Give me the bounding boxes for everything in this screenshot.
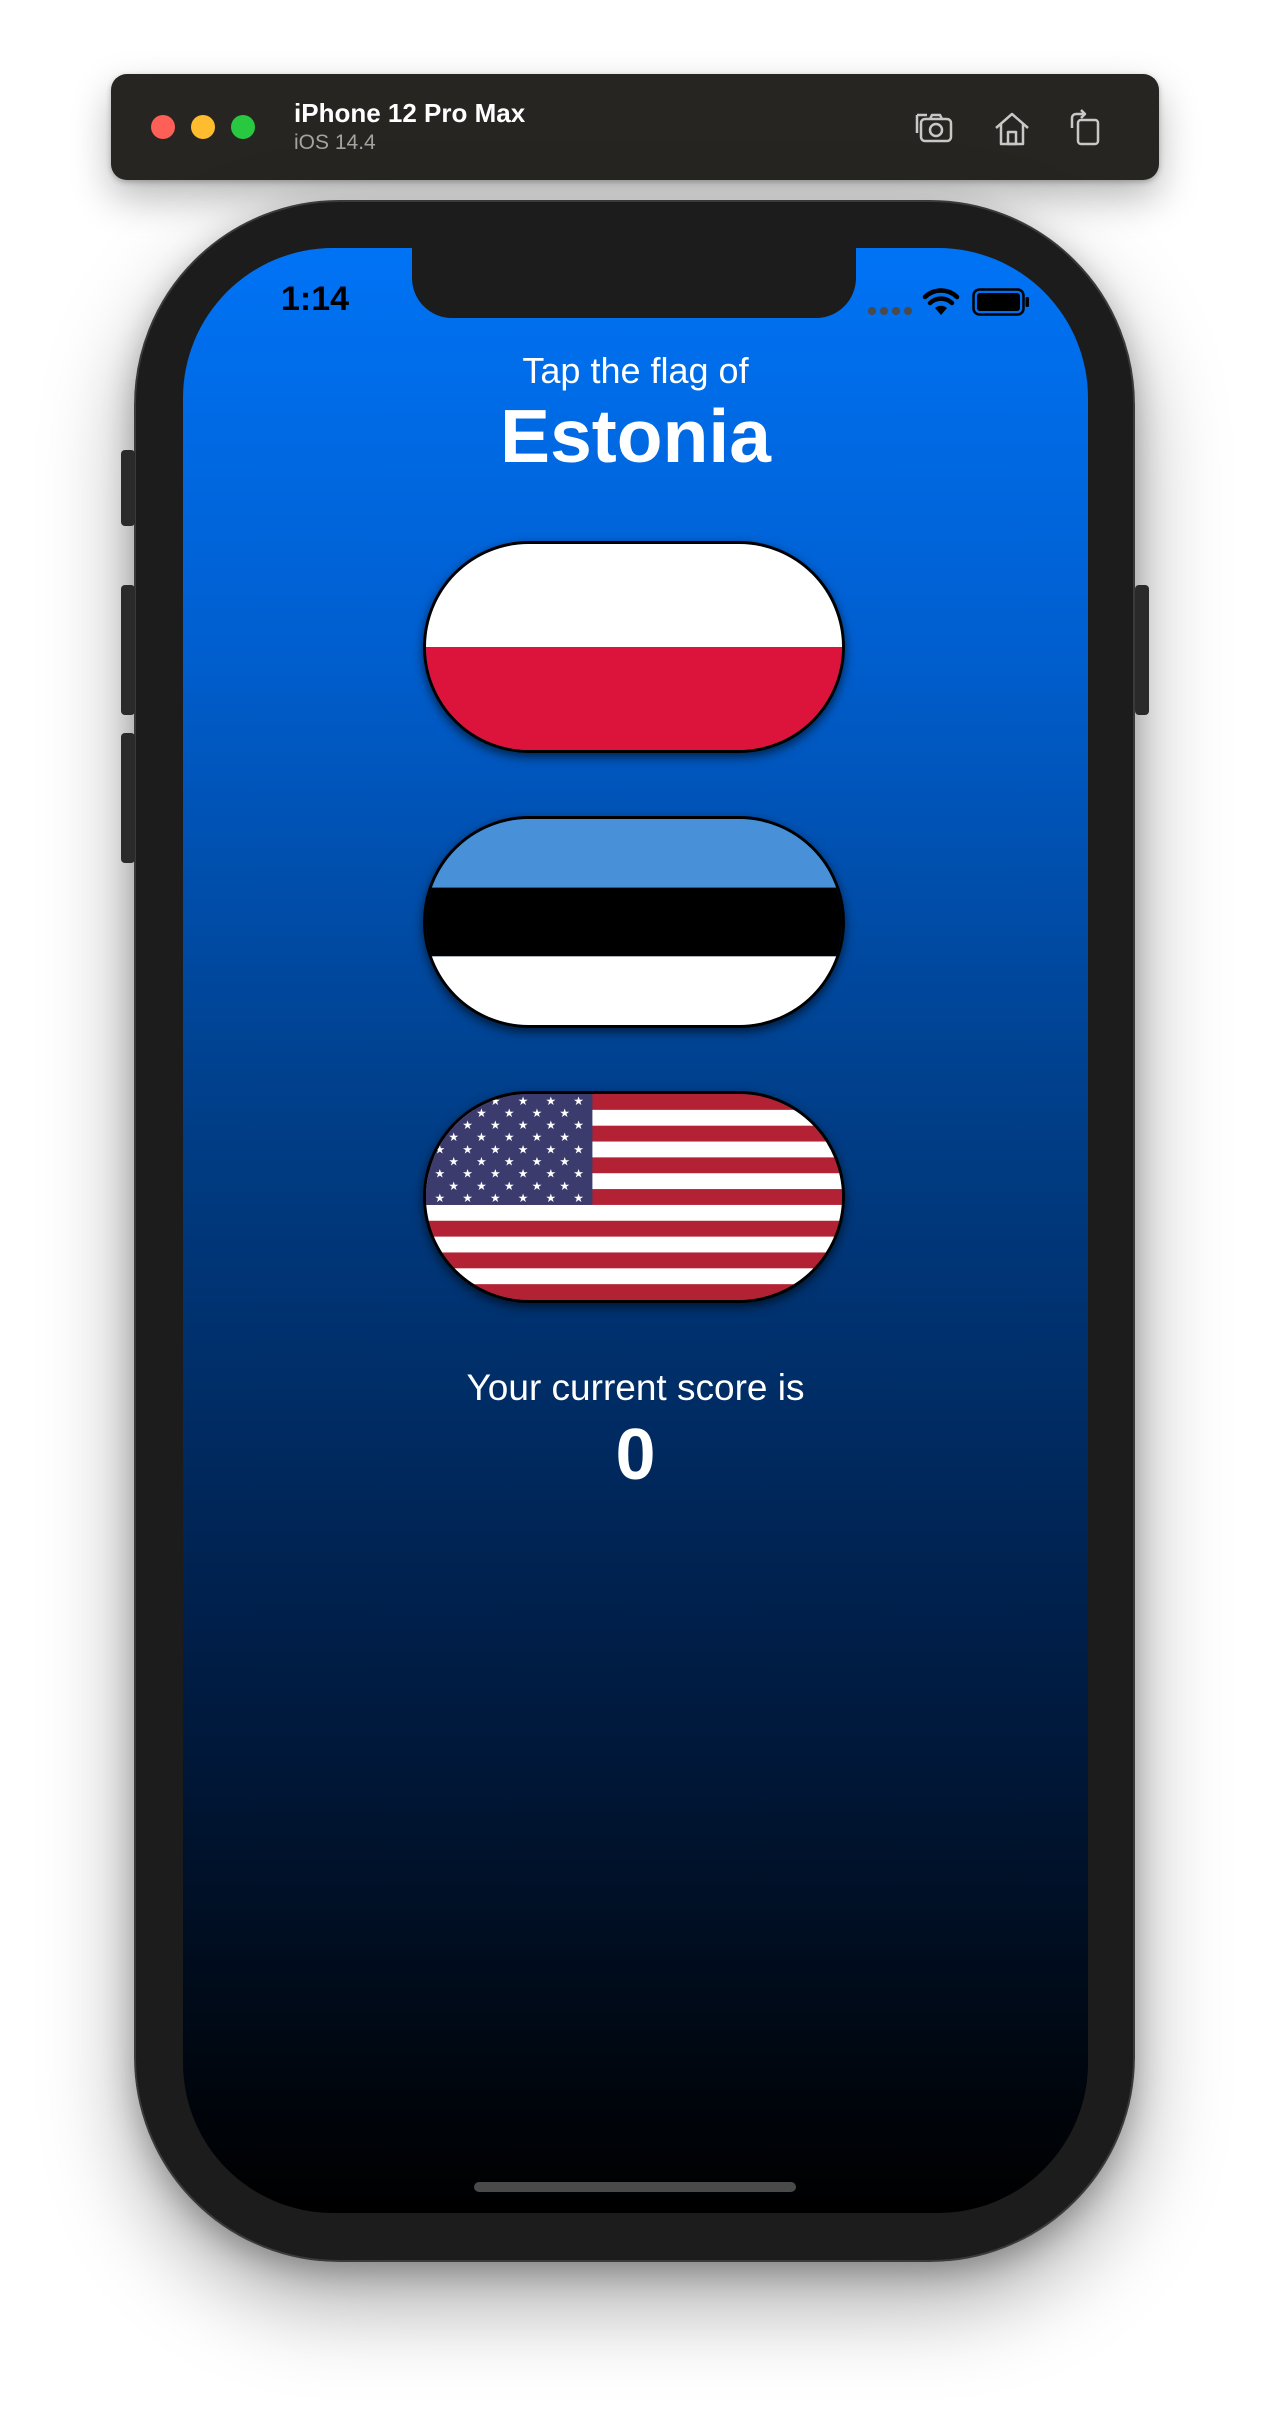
svg-text:★: ★ bbox=[504, 1179, 515, 1193]
svg-text:★: ★ bbox=[545, 1142, 556, 1156]
svg-text:★: ★ bbox=[532, 1130, 543, 1144]
flag-button-estonia[interactable] bbox=[423, 816, 845, 1028]
svg-text:★: ★ bbox=[545, 1191, 556, 1205]
svg-text:★: ★ bbox=[490, 1142, 501, 1156]
svg-text:★: ★ bbox=[518, 1094, 529, 1108]
svg-text:★: ★ bbox=[476, 1106, 487, 1120]
score-value: 0 bbox=[615, 1415, 656, 1495]
svg-text:★: ★ bbox=[435, 1142, 446, 1156]
svg-text:★: ★ bbox=[462, 1118, 473, 1132]
svg-text:★: ★ bbox=[559, 1179, 570, 1193]
svg-text:★: ★ bbox=[545, 1094, 556, 1108]
score-label: Your current score is bbox=[466, 1367, 805, 1408]
svg-text:★: ★ bbox=[448, 1179, 459, 1193]
svg-text:★: ★ bbox=[573, 1094, 584, 1108]
svg-text:★: ★ bbox=[448, 1130, 459, 1144]
notch bbox=[412, 248, 856, 318]
svg-text:★: ★ bbox=[448, 1155, 459, 1169]
home-indicator[interactable] bbox=[474, 2182, 796, 2192]
flag-button-poland[interactable] bbox=[423, 541, 845, 753]
svg-text:★: ★ bbox=[532, 1179, 543, 1193]
side-button bbox=[1135, 585, 1149, 715]
volume-up-button bbox=[121, 585, 135, 715]
svg-text:★: ★ bbox=[462, 1142, 473, 1156]
svg-text:★: ★ bbox=[559, 1130, 570, 1144]
svg-text:★: ★ bbox=[504, 1130, 515, 1144]
svg-text:★: ★ bbox=[518, 1142, 529, 1156]
screenshot-icon[interactable] bbox=[913, 106, 957, 150]
svg-text:★: ★ bbox=[435, 1167, 446, 1181]
estonia-flag-icon bbox=[426, 819, 842, 1025]
svg-text:★: ★ bbox=[573, 1142, 584, 1156]
svg-text:★: ★ bbox=[504, 1106, 515, 1120]
usa-flag-icon: ★ ★ ★ ★★ ★ ★ ★★ ★ ★ ★ ★★ ★ ★ ★ ★★ ★ ★ ★ ★ ★★ ★ ★ ★ ★★ ★ ★ ★ ★ ★★ ★ ★ ★ ★… bbox=[426, 1094, 842, 1300]
svg-text:★: ★ bbox=[476, 1130, 487, 1144]
svg-text:★: ★ bbox=[518, 1118, 529, 1132]
svg-text:★: ★ bbox=[559, 1155, 570, 1169]
cellular-signal-icon bbox=[868, 307, 912, 315]
svg-text:★: ★ bbox=[545, 1118, 556, 1132]
prompt-text: Tap the flag of bbox=[522, 350, 749, 391]
svg-text:★: ★ bbox=[435, 1191, 446, 1205]
target-country: Estonia bbox=[500, 394, 771, 478]
svg-text:★: ★ bbox=[462, 1191, 473, 1205]
zoom-window-button[interactable] bbox=[231, 115, 255, 139]
battery-icon bbox=[972, 288, 1030, 321]
home-icon[interactable] bbox=[990, 106, 1034, 150]
svg-text:★: ★ bbox=[518, 1167, 529, 1181]
svg-text:★: ★ bbox=[532, 1106, 543, 1120]
volume-down-button bbox=[121, 733, 135, 863]
svg-text:★: ★ bbox=[490, 1191, 501, 1205]
svg-text:★: ★ bbox=[573, 1191, 584, 1205]
svg-text:★: ★ bbox=[573, 1167, 584, 1181]
svg-text:★: ★ bbox=[545, 1167, 556, 1181]
device-name: iPhone 12 Pro Max bbox=[294, 98, 526, 128]
flag-button-united-states[interactable]: ★ ★ ★ ★ ★ ★ ★ ★ ★ ★ ★ ★ ★ ★ ★ ★ ★ ★ ★ ★ ★ ★ ★ ★ ★ ★ ★ ★ ★ ★ ★ ★ ★ ★ ★ ★ ★ ★ ★ ★… bbox=[423, 1091, 845, 1303]
close-window-button[interactable] bbox=[151, 115, 175, 139]
rotate-icon[interactable] bbox=[1064, 106, 1108, 150]
poland-flag-icon bbox=[426, 544, 842, 750]
svg-text:★: ★ bbox=[462, 1167, 473, 1181]
svg-text:★: ★ bbox=[490, 1118, 501, 1132]
minimize-window-button[interactable] bbox=[191, 115, 215, 139]
svg-text:★: ★ bbox=[532, 1155, 543, 1169]
wifi-icon bbox=[922, 287, 960, 322]
mute-switch bbox=[121, 450, 135, 526]
svg-text:★: ★ bbox=[573, 1118, 584, 1132]
status-time: 1:14 bbox=[281, 280, 350, 318]
svg-text:★: ★ bbox=[476, 1155, 487, 1169]
os-version: iOS 14.4 bbox=[294, 131, 376, 154]
svg-text:★: ★ bbox=[476, 1179, 487, 1193]
svg-text:★: ★ bbox=[518, 1191, 529, 1205]
svg-text:★: ★ bbox=[504, 1155, 515, 1169]
svg-text:★: ★ bbox=[490, 1167, 501, 1181]
svg-text:★: ★ bbox=[559, 1106, 570, 1120]
